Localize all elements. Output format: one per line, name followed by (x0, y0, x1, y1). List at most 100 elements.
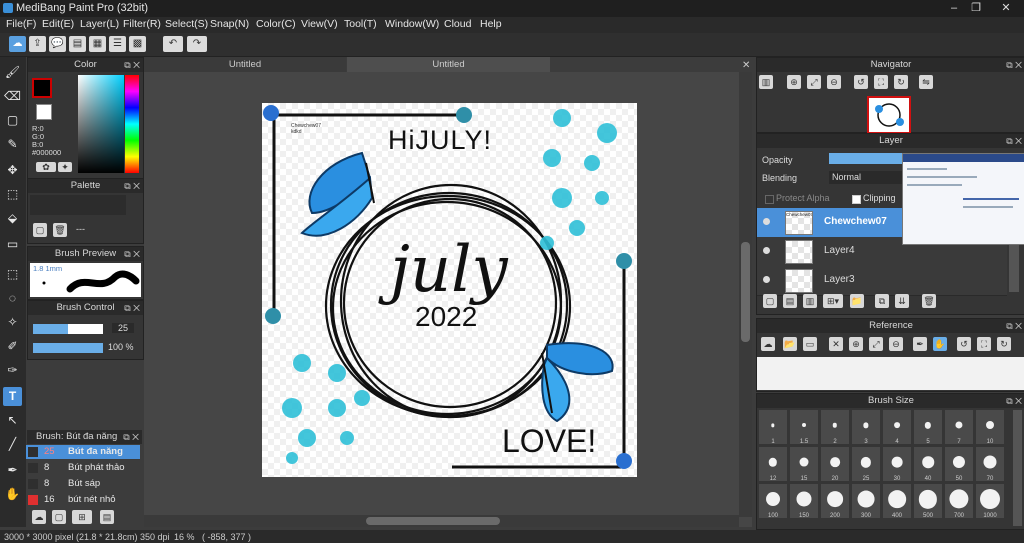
color-picker-icon[interactable]: ✦ (58, 162, 72, 172)
brush-size-preset[interactable]: 40 (914, 447, 942, 482)
layer-scrollbar[interactable] (1009, 242, 1019, 292)
undo-icon[interactable]: ↶ (163, 36, 183, 52)
brush-size-scrollbar[interactable] (1013, 410, 1022, 526)
vertical-scroll-thumb[interactable] (741, 242, 750, 342)
menu-color[interactable]: Color(C) (256, 18, 296, 30)
brush-size-preset[interactable]: 2 (821, 410, 849, 445)
brush-size-preset[interactable]: 12 (759, 447, 787, 482)
ref-rotate-reset-icon[interactable]: ⛶ (977, 337, 991, 351)
brush-size-preset[interactable]: 150 (790, 484, 818, 519)
layer-opacity-slider[interactable] (829, 153, 909, 164)
brush-size-preset[interactable]: 7 (945, 410, 973, 445)
brush-size-preset[interactable]: 1.5 (790, 410, 818, 445)
brush-size-preset[interactable]: 10 (976, 410, 1004, 445)
navigator-thumbnail[interactable] (867, 96, 911, 134)
magic-wand-tool-icon[interactable]: ✧ (3, 313, 22, 332)
blending-select[interactable]: Normal (829, 171, 907, 184)
palette-add-icon[interactable]: ▢ (33, 223, 47, 237)
brush-list-item[interactable]: 8 Bút sáp (26, 477, 140, 491)
eyedropper-tool-icon[interactable]: ✒ (3, 461, 22, 480)
brush-tool-icon[interactable]: 🖌 (3, 63, 22, 82)
zoom-out-icon[interactable]: ⊖ (827, 75, 841, 89)
panel-close-icon[interactable]: ⧉ ✕ (124, 247, 140, 261)
new-layer-icon[interactable]: ▢ (763, 294, 777, 308)
ref-copy-icon[interactable]: ▭ (803, 337, 817, 351)
tab-untitled-2[interactable]: Untitled (347, 57, 550, 72)
zoom-in-icon[interactable]: ⊕ (787, 75, 801, 89)
brush-size-preset[interactable]: 25 (852, 447, 880, 482)
grid-icon[interactable]: ▩ (129, 36, 146, 52)
vertical-scrollbar[interactable] (739, 72, 752, 517)
nav-layer-icon[interactable]: ▥ (759, 75, 773, 89)
palette-delete-icon[interactable]: 🗑 (53, 223, 67, 237)
share-icon[interactable]: ⇪ (29, 36, 46, 52)
brush-size-slider[interactable] (33, 324, 103, 334)
panel-close-icon[interactable]: ⧉ ✕ (124, 179, 140, 193)
brush-list-item[interactable]: 8 Bút phát thảo (26, 461, 140, 475)
select-pen-tool-icon[interactable]: ✐ (3, 337, 22, 356)
color-add-icon[interactable]: ✿ (36, 162, 56, 172)
ref-zoom-in-icon[interactable]: ⊕ (849, 337, 863, 351)
flip-icon[interactable]: ⇋ (919, 75, 933, 89)
menu-help[interactable]: Help (480, 18, 502, 30)
menu-tool[interactable]: Tool(T) (344, 18, 377, 30)
palette-swatch-area[interactable] (30, 195, 126, 215)
rectangle-tool-icon[interactable]: ▢ (3, 111, 22, 130)
brush-size-preset[interactable]: 30 (883, 447, 911, 482)
select-eraser-tool-icon[interactable]: ✑ (3, 361, 22, 380)
panel-close-icon[interactable]: ⧉ ✕ (1006, 134, 1022, 148)
merge-layer-icon[interactable]: ⇊ (895, 294, 909, 308)
brush-size-preset[interactable]: 400 (883, 484, 911, 519)
visibility-eye-icon[interactable] (763, 276, 770, 283)
text-tool-icon[interactable]: T (3, 387, 22, 406)
brush-list-item[interactable]: 25 Bút đa năng (26, 445, 140, 459)
panel-close-icon[interactable]: ⧉ ✕ (123, 430, 139, 444)
ref-fit-icon[interactable]: ⤢ (869, 337, 883, 351)
menu-edit[interactable]: Edit(E) (42, 18, 74, 30)
ref-open-icon[interactable]: 📂 (783, 337, 797, 351)
cloud-icon[interactable]: ☁ (9, 36, 26, 52)
document-icon[interactable]: ▦ (89, 36, 106, 52)
ref-hand-icon[interactable]: ✋ (933, 337, 947, 351)
brush-size-preset[interactable]: 3 (852, 410, 880, 445)
brush-size-preset[interactable]: 300 (852, 484, 880, 519)
brush-list-item[interactable]: 16 bút nét nhỏ (26, 493, 140, 507)
menu-file[interactable]: File(F) (6, 18, 36, 30)
fill-tool-icon[interactable]: ⬙ (3, 209, 22, 228)
protect-alpha-checkbox[interactable] (765, 195, 774, 204)
hand-tool-icon[interactable]: ✋ (3, 485, 22, 504)
brush-size-preset[interactable]: 1 (759, 410, 787, 445)
ref-rotate-right-icon[interactable]: ↻ (997, 337, 1011, 351)
brush-size-preset[interactable]: 100 (759, 484, 787, 519)
brush-size-preset[interactable]: 1000 (976, 484, 1004, 519)
menu-snap[interactable]: Snap(N) (210, 18, 249, 30)
panel-close-icon[interactable]: ⧉ ✕ (124, 58, 140, 72)
comment-icon[interactable]: 💬 (49, 36, 66, 52)
brush-opacity-value[interactable]: 100 % (108, 342, 134, 352)
list-icon[interactable]: ☰ (109, 36, 126, 52)
add-layer-dropdown-icon[interactable]: ⊞▾ (823, 294, 843, 308)
brush-size-preset[interactable]: 70 (976, 447, 1004, 482)
panel-close-icon[interactable]: ⧉ ✕ (1006, 319, 1022, 333)
horizontal-scroll-thumb[interactable] (366, 517, 500, 525)
close-icon[interactable]: ✕ (992, 0, 1020, 17)
lasso-tool-icon[interactable]: ◌ (3, 289, 22, 308)
fit-icon[interactable]: ⤢ (807, 75, 821, 89)
ref-zoom-out-icon[interactable]: ⊖ (889, 337, 903, 351)
delete-layer-icon[interactable]: 🗑 (922, 294, 936, 308)
menu-window[interactable]: Window(W) (385, 18, 439, 30)
menu-layer[interactable]: Layer(L) (80, 18, 119, 30)
duplicate-layer-icon[interactable]: ⧉ (875, 294, 889, 308)
brush-settings-icon[interactable]: ▤ (100, 510, 114, 524)
rotate-right-icon[interactable]: ↻ (894, 75, 908, 89)
ref-cloud-icon[interactable]: ☁ (761, 337, 775, 351)
menu-filter[interactable]: Filter(R) (123, 18, 161, 30)
transparent-swatch[interactable] (36, 104, 52, 120)
brush-size-preset[interactable]: 5 (914, 410, 942, 445)
ref-close-icon[interactable]: ✕ (829, 337, 843, 351)
brush-size-preset[interactable]: 4 (883, 410, 911, 445)
menu-cloud[interactable]: Cloud (444, 18, 471, 30)
brush-opacity-slider[interactable] (33, 343, 103, 353)
brush-size-preset[interactable]: 15 (790, 447, 818, 482)
panel-close-icon[interactable]: ⧉ ✕ (1006, 58, 1022, 72)
